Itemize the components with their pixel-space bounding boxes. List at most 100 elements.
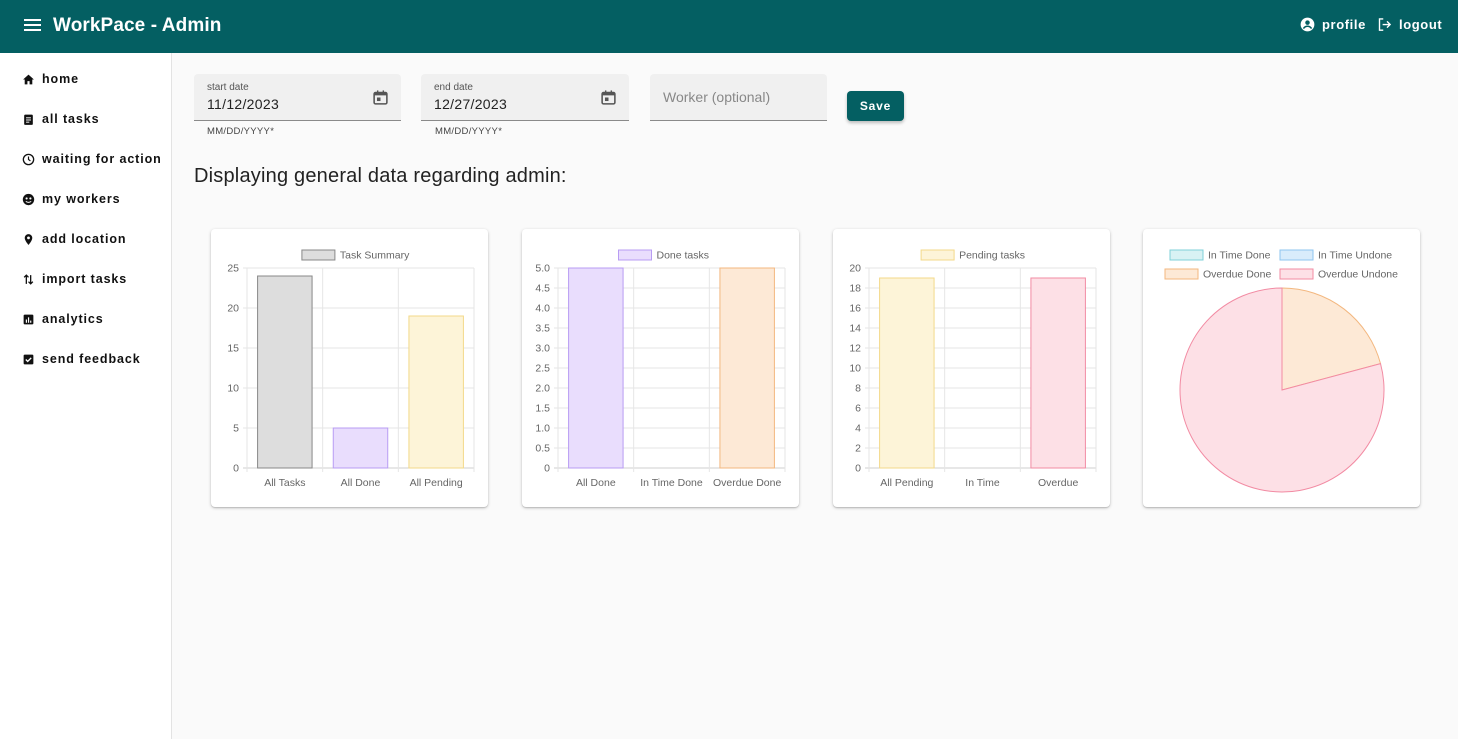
start-date-value[interactable]: 11/12/2023: [207, 96, 279, 112]
logout-icon: [1377, 17, 1392, 32]
y-tick-label: 6: [855, 403, 861, 415]
y-tick-label: 15: [227, 343, 239, 355]
y-tick-label: 0: [855, 463, 861, 475]
sidebar-item-label: analytics: [42, 312, 104, 326]
x-tick-label: All Pending: [880, 477, 933, 489]
done-tasks-chart: Done tasks 0 0.5 1.0 1.5 2.0 2.5 3.0 3.5 4.0 4.5 5.…: [535, 249, 786, 489]
bar: [879, 277, 935, 469]
legend-label: Done tasks: [657, 250, 710, 262]
y-tick-label: 12: [849, 343, 861, 355]
legend-swatch: [1164, 268, 1199, 280]
end-date-helper: MM/DD/YYYY*: [435, 126, 503, 137]
sidebar-item-import-tasks[interactable]: import tasks: [22, 269, 127, 289]
account-circle-icon: [1300, 17, 1315, 32]
x-tick-label: All Done: [576, 477, 616, 489]
menu-icon[interactable]: [24, 17, 42, 35]
y-tick-label: 0: [233, 463, 239, 475]
legend-label: Task Summary: [340, 250, 410, 262]
legend-swatch: [1279, 249, 1314, 261]
clipboard-icon: [22, 113, 35, 126]
y-tick-label: 20: [849, 263, 861, 275]
profile-label: profile: [1322, 17, 1366, 32]
bar: [257, 275, 313, 469]
legend-label: In Time Undone: [1318, 250, 1392, 262]
done-tasks-chart-card: Done tasks 0 0.5 1.0 1.5 2.0 2.5 3.0 3.5 4.0 4.5 5.…: [522, 229, 799, 507]
end-date-value[interactable]: 12/27/2023: [434, 96, 507, 112]
calendar-icon[interactable]: [600, 89, 617, 111]
y-tick-label: 5.0: [535, 263, 550, 275]
home-icon: [22, 73, 35, 86]
sidebar-item-home[interactable]: home: [22, 69, 79, 89]
y-tick-label: 0.5: [535, 443, 550, 455]
y-tick-label: 4: [855, 423, 861, 435]
status-pie-chart-card: In Time Done In Time Undone Overdue Done Ov…: [1143, 229, 1420, 507]
checkbox-icon: [22, 353, 35, 366]
legend-label: In Time Done: [1208, 250, 1271, 262]
sidebar-item-label: send feedback: [42, 352, 141, 366]
y-tick-label: 16: [849, 303, 861, 315]
y-tick-label: 25: [227, 263, 239, 275]
y-tick-label: 4.5: [535, 283, 550, 295]
y-tick-label: 1.0: [535, 423, 550, 435]
sidebar-item-label: my workers: [42, 192, 121, 206]
location-pin-icon: [22, 233, 35, 246]
worker-input[interactable]: [650, 74, 827, 121]
sidebar-item-add-location[interactable]: add location: [22, 229, 126, 249]
legend-label: Overdue Done: [1203, 269, 1271, 281]
start-date-label: start date: [207, 82, 249, 93]
bar: [568, 267, 624, 469]
legend-swatch: [618, 249, 652, 261]
legend-swatch: [1279, 268, 1314, 280]
logout-link[interactable]: logout: [1377, 17, 1442, 32]
sidebar-item-label: add location: [42, 232, 127, 246]
calendar-icon[interactable]: [372, 89, 389, 111]
y-tick-label: 0: [544, 463, 550, 475]
page-heading: Displaying general data regarding admin:: [194, 165, 567, 187]
sidebar-item-analytics[interactable]: analytics: [22, 309, 104, 329]
y-tick-label: 10: [849, 363, 861, 375]
end-date-field[interactable]: end date 12/27/2023: [421, 74, 629, 121]
legend-swatch: [1169, 249, 1204, 261]
pending-tasks-chart-card: Pending tasks 0 2 4 6 8 10 12 14 16 18 20 All Pendin…: [833, 229, 1110, 507]
x-tick-label: Overdue: [1038, 477, 1078, 489]
x-tick-label: In Time: [965, 477, 1000, 489]
y-tick-label: 10: [227, 383, 239, 395]
analytics-icon: [22, 313, 35, 326]
y-tick-label: 4.0: [535, 303, 550, 315]
logout-label: logout: [1399, 17, 1443, 32]
clock-icon: [22, 153, 35, 166]
sidebar-item-send-feedback[interactable]: send feedback: [22, 349, 141, 369]
x-tick-label: Overdue Done: [713, 477, 781, 489]
y-tick-label: 2: [855, 443, 861, 455]
app-title: WorkPace - Admin: [53, 15, 222, 36]
x-tick-label: All Tasks: [264, 477, 305, 489]
task-summary-chart: Task Summary 0 5 10 15 20 25 All Tasks All Done A…: [227, 249, 475, 489]
bar: [1030, 277, 1086, 469]
legend-label: Overdue Undone: [1318, 269, 1398, 281]
import-arrows-icon: [22, 273, 35, 286]
bar: [719, 267, 775, 469]
profile-link[interactable]: profile: [1300, 17, 1366, 32]
bar: [332, 427, 389, 469]
pending-tasks-chart: Pending tasks 0 2 4 6 8 10 12 14 16 18 20 All Pendin…: [849, 249, 1097, 489]
sidebar-item-label: import tasks: [42, 272, 128, 286]
x-tick-label: All Pending: [410, 477, 463, 489]
app-bar: WorkPace - Admin profile logout: [0, 0, 1458, 53]
end-date-label: end date: [434, 82, 473, 93]
y-tick-label: 3.0: [535, 343, 550, 355]
legend-label: Pending tasks: [959, 250, 1025, 262]
y-tick-label: 20: [227, 303, 239, 315]
sidebar-item-label: all tasks: [42, 112, 100, 126]
y-tick-label: 18: [849, 283, 861, 295]
sidebar-item-all-tasks[interactable]: all tasks: [22, 109, 99, 129]
sidebar-item-my-workers[interactable]: my workers: [22, 189, 120, 209]
sidebar-item-waiting-for-action[interactable]: waiting for action: [22, 149, 162, 169]
status-pie-chart: In Time Done In Time Undone Overdue Done Ov…: [1164, 249, 1398, 493]
start-date-field[interactable]: start date 11/12/2023: [194, 74, 401, 121]
y-tick-label: 14: [849, 323, 861, 335]
y-tick-label: 2.5: [535, 363, 550, 375]
y-tick-label: 8: [855, 383, 861, 395]
save-button[interactable]: Save: [847, 91, 904, 121]
x-tick-label: In Time Done: [640, 477, 703, 489]
y-tick-label: 5: [233, 423, 239, 435]
